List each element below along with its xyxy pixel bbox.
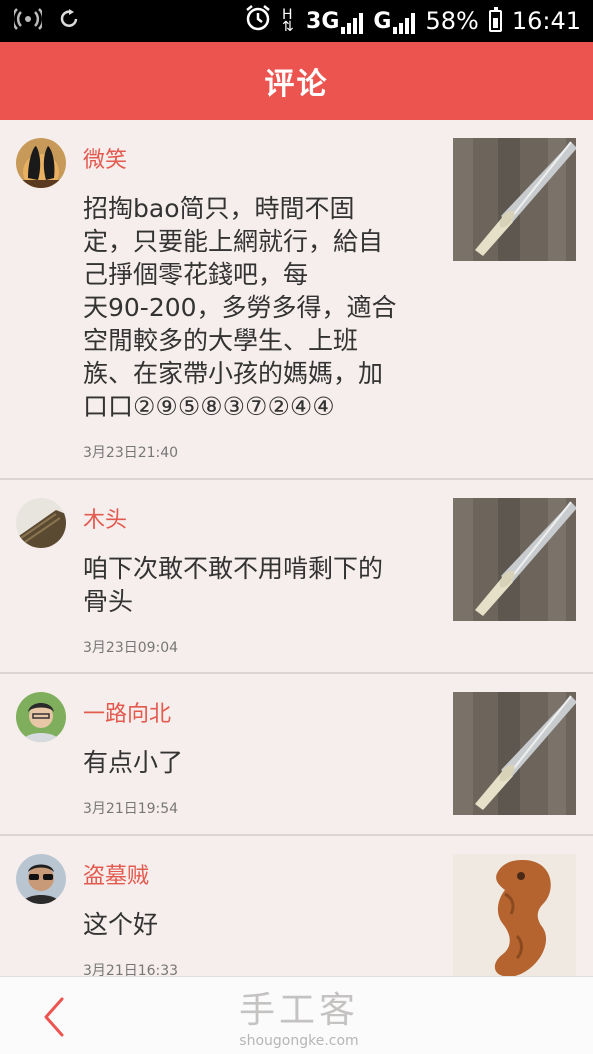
- comment-text: 有点小了: [83, 746, 428, 779]
- comment-text: 招掏bao简只，時間不固 定，只要能上網就行，給自 己掙個零花錢吧，每 天90-…: [83, 192, 428, 423]
- signal-strength-1-icon: [341, 12, 364, 34]
- comment-text-line: 有点小了: [83, 748, 184, 777]
- comment-text-line: 天90-200，多勞多得，適合: [83, 293, 397, 322]
- comment-text-line: 口口②⑨⑤⑧③⑦②④④: [83, 392, 335, 421]
- network-type-1: 3G: [306, 8, 340, 34]
- brand-logo: 手工客 shougongke.com: [229, 981, 369, 1049]
- comment-text-line: 招掏bao简只，時間不固: [83, 194, 355, 223]
- comment-time: 3月23日21:40: [83, 445, 179, 461]
- comment-username[interactable]: 木头: [83, 502, 127, 534]
- comment-thumbnail[interactable]: [453, 854, 576, 976]
- sync-icon: [58, 8, 80, 34]
- comment-text-line: 这个好: [83, 910, 159, 939]
- avatar[interactable]: [16, 854, 66, 904]
- comment-list[interactable]: 微笑 招掏bao简只，時間不固 定，只要能上網就行，給自 己掙個零花錢吧，每 天…: [0, 120, 593, 976]
- comment-username[interactable]: 微笑: [83, 142, 127, 174]
- battery-icon: [488, 7, 502, 32]
- comment-thumbnail[interactable]: [453, 692, 576, 815]
- signal-strength-2-icon: [393, 12, 416, 34]
- data-arrows-icon: H ⇅: [282, 7, 294, 35]
- comment-time: 3月23日09:04: [83, 640, 179, 656]
- brand-logo-text: 手工客: [238, 990, 359, 1031]
- comment-item[interactable]: 一路向北 有点小了 3月21日19:54: [0, 674, 593, 836]
- comment-thumbnail[interactable]: [453, 498, 576, 621]
- comment-time: 3月21日19:54: [83, 801, 179, 817]
- page-title: 评论: [264, 67, 329, 102]
- avatar[interactable]: [16, 138, 66, 188]
- brand-logo-url: shougongke.com: [239, 1033, 359, 1049]
- alarm-clock-icon: [244, 4, 272, 38]
- wifi-signal-icon: [11, 8, 45, 34]
- chevron-left-icon: [44, 997, 64, 1037]
- comment-text-line: 空閒較多的大學生、上班: [83, 326, 359, 355]
- comment-item[interactable]: 微笑 招掏bao简只，時間不固 定，只要能上網就行，給自 己掙個零花錢吧，每 天…: [0, 120, 593, 480]
- comment-text-line: 咱下次敢不敢不用啃剩下的: [83, 554, 384, 583]
- page-header: 评论: [0, 42, 593, 120]
- clock-time: 16:41: [511, 7, 581, 35]
- avatar[interactable]: [16, 498, 66, 548]
- network-type-2: G: [373, 8, 392, 34]
- comment-item[interactable]: 盗墓贼 这个好 3月21日16:33: [0, 836, 593, 976]
- comment-item[interactable]: 木头 咱下次敢不敢不用啃剩下的 骨头 3月23日09:04: [0, 480, 593, 674]
- avatar[interactable]: [16, 692, 66, 742]
- comment-text: 这个好: [83, 908, 428, 941]
- status-bar: H ⇅ 3G G 58% 16:41: [0, 0, 593, 42]
- comment-text-line: 族、在家帶小孩的媽媽，加: [83, 359, 384, 388]
- comment-text-line: 己掙個零花錢吧，每: [83, 260, 309, 289]
- comment-text-line: 定，只要能上網就行，給自: [83, 227, 384, 256]
- back-button[interactable]: [36, 995, 76, 1039]
- battery-percent: 58%: [425, 7, 479, 35]
- bottom-bar: 手工客 shougongke.com: [0, 976, 593, 1054]
- comment-text-line: 骨头: [83, 587, 134, 616]
- comment-username[interactable]: 盗墓贼: [83, 858, 149, 890]
- comment-thumbnail[interactable]: [453, 138, 576, 261]
- comment-username[interactable]: 一路向北: [83, 696, 171, 728]
- comment-text: 咱下次敢不敢不用啃剩下的 骨头: [83, 552, 428, 618]
- comment-time: 3月21日16:33: [83, 963, 179, 976]
